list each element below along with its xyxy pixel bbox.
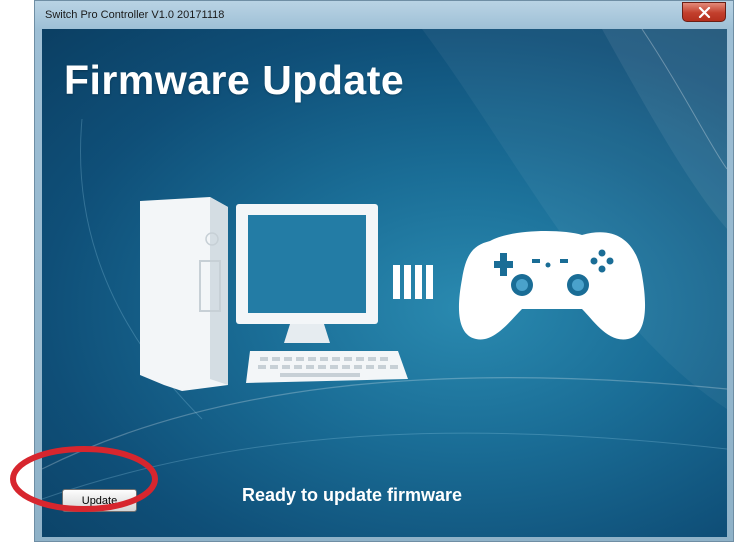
app-window: Switch Pro Controller V1.0 20171118 Firm… xyxy=(34,0,734,542)
firmware-update-panel: Firmware Update Update Ready to update f… xyxy=(42,29,727,537)
illustration xyxy=(140,197,646,391)
status-text: Ready to update firmware xyxy=(242,485,463,505)
title-bar: Switch Pro Controller V1.0 20171118 xyxy=(35,1,733,29)
window-title: Switch Pro Controller V1.0 20171118 xyxy=(45,9,225,21)
close-button[interactable] xyxy=(682,2,726,22)
gamepad-icon xyxy=(458,231,646,340)
connection-bars-icon xyxy=(393,265,433,299)
desktop-computer-icon xyxy=(140,197,408,391)
close-icon xyxy=(698,6,710,18)
update-button[interactable]: Update xyxy=(62,489,137,512)
